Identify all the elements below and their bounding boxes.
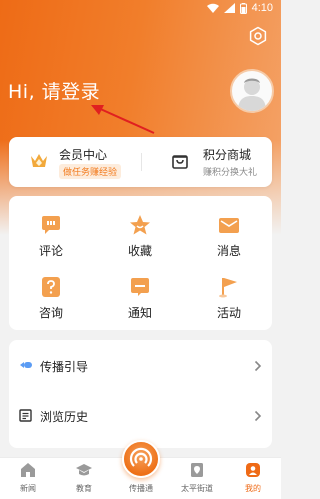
nav-news[interactable]: 新闻 bbox=[0, 458, 56, 499]
user-icon bbox=[246, 463, 260, 477]
question-icon bbox=[42, 277, 60, 297]
grid-label-consult: 咨询 bbox=[38, 306, 63, 320]
grid-label-activity: 活动 bbox=[216, 306, 241, 320]
default-avatar-icon bbox=[238, 78, 266, 111]
chevron-right-icon bbox=[254, 410, 262, 422]
nav-broadcast-button[interactable] bbox=[122, 440, 160, 478]
gear-icon bbox=[249, 26, 267, 46]
grid-label-messages: 消息 bbox=[216, 244, 241, 258]
annotation-arrow-icon bbox=[91, 105, 155, 134]
status-bar: 4:10 bbox=[0, 0, 281, 18]
battery-icon bbox=[239, 2, 247, 14]
list-label-history: 浏览历史 bbox=[40, 410, 89, 424]
grid-item-activity[interactable]: 活动 bbox=[194, 266, 264, 326]
member-card: 会员中心 做任务赚经验 积分商城 赚积分换大礼 bbox=[9, 137, 272, 187]
points-mall-title: 积分商城 bbox=[203, 148, 252, 162]
grid-label-favorite: 收藏 bbox=[127, 244, 152, 258]
flag-icon bbox=[219, 278, 237, 298]
points-mall-button[interactable]: 积分商城 赚积分换大礼 bbox=[141, 137, 272, 187]
nav-mine[interactable]: 我的 bbox=[225, 458, 281, 499]
grid-item-favorite[interactable]: 收藏 bbox=[105, 204, 175, 264]
nav-label-broadcast: 传播通 bbox=[129, 484, 153, 493]
grid-item-messages[interactable]: 消息 bbox=[194, 204, 264, 264]
settings-button[interactable] bbox=[248, 26, 268, 46]
member-center-button[interactable]: 会员中心 做任务赚经验 bbox=[9, 137, 141, 187]
nav-label-taiping-street: 太平街道 bbox=[181, 484, 213, 493]
notice-icon bbox=[131, 278, 149, 296]
status-icons: 4:10 bbox=[206, 2, 273, 14]
signal-icon bbox=[223, 3, 235, 13]
crown-icon bbox=[31, 154, 47, 167]
wifi-icon bbox=[206, 3, 219, 13]
list-item-guide[interactable]: 传播引导 bbox=[9, 344, 272, 388]
nav-label-news: 新闻 bbox=[20, 484, 36, 493]
mail-icon bbox=[219, 218, 239, 233]
map-pin-icon bbox=[191, 463, 203, 477]
grid-label-comment: 评论 bbox=[38, 244, 63, 258]
home-icon bbox=[21, 463, 35, 477]
chevron-right-icon bbox=[254, 360, 262, 372]
guide-icon bbox=[20, 362, 32, 368]
nav-education[interactable]: 教育 bbox=[56, 458, 112, 499]
shopping-bag-icon bbox=[172, 155, 188, 169]
star-icon bbox=[130, 215, 150, 235]
grid-item-consult[interactable]: 咨询 bbox=[16, 266, 86, 326]
feature-grid: 评论 收藏 消息 咨询 通知 活动 bbox=[9, 196, 272, 330]
broadcast-icon bbox=[129, 447, 153, 467]
points-mall-subtitle: 赚积分换大礼 bbox=[203, 168, 258, 178]
avatar[interactable] bbox=[230, 69, 274, 113]
list-item-history[interactable]: 浏览历史 bbox=[9, 394, 272, 438]
nav-taiping-street[interactable]: 太平街道 bbox=[169, 458, 225, 499]
member-center-title: 会员中心 bbox=[59, 148, 108, 162]
grid-label-notice: 通知 bbox=[127, 306, 152, 320]
bottom-nav: 新闻 教育 传播通 太平街道 我的 bbox=[0, 440, 281, 499]
grid-item-comment[interactable]: 评论 bbox=[16, 204, 86, 264]
nav-label-mine: 我的 bbox=[245, 484, 261, 493]
login-prompt[interactable]: Hi, 请登录 bbox=[8, 77, 100, 104]
history-icon bbox=[19, 409, 32, 422]
list-label-guide: 传播引导 bbox=[40, 360, 89, 374]
member-center-subtitle: 做任务赚经验 bbox=[59, 164, 122, 179]
status-time: 4:10 bbox=[251, 2, 273, 14]
comment-icon bbox=[42, 216, 60, 234]
menu-list: 传播引导 浏览历史 bbox=[9, 340, 272, 448]
grid-item-notice[interactable]: 通知 bbox=[105, 266, 175, 326]
nav-label-education: 教育 bbox=[76, 484, 92, 493]
graduation-cap-icon bbox=[76, 464, 92, 476]
